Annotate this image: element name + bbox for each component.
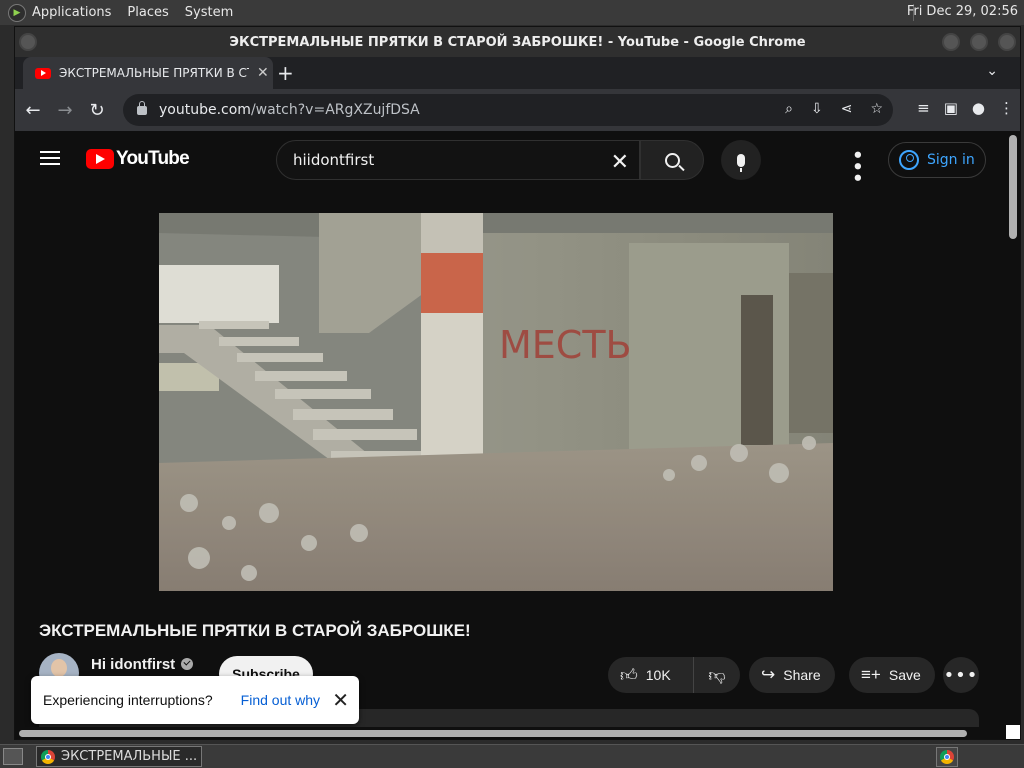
account-icon: [899, 150, 919, 170]
video-frame: МЕСТЬ: [159, 213, 833, 591]
toast-message: Experiencing interruptions?: [43, 692, 213, 708]
thumbs-down-icon: 👎︎: [708, 665, 726, 686]
tab-strip: ЭКСТРЕМАЛЬНЫЕ ПРЯТКИ В СТАРОЙ ЗАБРОШКЕ! …: [15, 57, 1020, 89]
playlist-add-icon: ≡+: [861, 665, 881, 684]
thumbs-up-icon: 👍︎: [620, 665, 638, 685]
bookmark-star-icon[interactable]: ☆: [870, 101, 883, 117]
tab-search-chevron-down-icon[interactable]: ⌄: [986, 63, 998, 79]
youtube-wordmark: YouTube: [116, 148, 190, 169]
close-window-icon[interactable]: [998, 33, 1016, 51]
chrome-icon: [41, 749, 55, 764]
more-actions-icon[interactable]: •••: [943, 657, 979, 693]
taskbar-chrome-window[interactable]: ЭКСТРЕМАЛЬНЫЕ ...: [36, 746, 202, 767]
taskbar-task-title: ЭКСТРЕМАЛЬНЫЕ ...: [61, 749, 198, 764]
new-tab-button[interactable]: +: [277, 61, 294, 85]
menu-places[interactable]: Places: [127, 5, 168, 20]
vertical-scroll-thumb[interactable]: [1009, 135, 1017, 239]
url-path: /watch?v=ARgXZujfDSA: [250, 102, 420, 118]
share-label: Share: [783, 667, 821, 683]
browser-window: ЭКСТРЕМАЛЬНЫЕ ПРЯТКИ В СТАРОЙ ЗАБРОШКЕ! …: [14, 26, 1021, 740]
tab-youtube[interactable]: ЭКСТРЕМАЛЬНЫЕ ПРЯТКИ В СТАРОЙ ЗАБРОШКЕ! …: [23, 57, 273, 89]
search-icon: [664, 152, 680, 168]
desktop-taskbar: ЭКСТРЕМАЛЬНЫЕ ...: [0, 744, 1024, 768]
save-label: Save: [888, 667, 921, 683]
address-bar[interactable]: youtube.com/watch?v=ARgXZujfDSA ⌕ ⇩ ⋖ ☆: [123, 94, 893, 126]
window-menu-icon[interactable]: [19, 33, 37, 51]
share-icon[interactable]: ⋖: [841, 101, 853, 117]
sign-in-button[interactable]: Sign in: [888, 142, 986, 178]
avatar-face: [51, 659, 67, 677]
like-count: 10K: [645, 667, 671, 683]
clock[interactable]: Fri Dec 29, 02:56: [907, 4, 1018, 19]
youtube-favicon-icon: [35, 67, 51, 79]
search-input[interactable]: hiidontfirst ✕: [276, 140, 640, 180]
side-panel-icon[interactable]: ▣: [944, 99, 958, 117]
youtube-play-logo-icon: [86, 149, 114, 169]
video-player[interactable]: МЕСТЬ: [159, 213, 833, 591]
distro-logo-icon[interactable]: ▶: [8, 3, 26, 22]
window-titlebar[interactable]: ЭКСТРЕМАЛЬНЫЕ ПРЯТКИ В СТАРОЙ ЗАБРОШКЕ! …: [15, 27, 1020, 57]
zoom-search-icon[interactable]: ⌕: [785, 101, 793, 117]
voice-search-button[interactable]: [721, 140, 761, 180]
video-title: ЭКСТРЕМАЛЬНЫЕ ПРЯТКИ В СТАРОЙ ЗАБРОШКЕ!: [39, 621, 471, 640]
interruption-toast: Experiencing interruptions? Find out why…: [31, 676, 359, 724]
like-button[interactable]: 👍︎ 10K: [608, 657, 694, 693]
dislike-button[interactable]: 👎︎: [694, 657, 740, 693]
vertical-scrollbar[interactable]: [1006, 131, 1020, 739]
hamburger-menu-icon[interactable]: [40, 151, 60, 165]
scrollbar-corner: [1006, 725, 1020, 739]
tray-chrome-icon[interactable]: [936, 747, 958, 767]
search-query: hiidontfirst: [293, 151, 375, 169]
find-out-why-link[interactable]: Find out why: [241, 692, 320, 708]
channel-name-text: Hi idontfirst: [91, 656, 176, 673]
share-button[interactable]: ↪ Share: [749, 657, 835, 693]
search-button[interactable]: [640, 140, 704, 180]
share-arrow-icon: ↪: [761, 665, 776, 684]
clear-search-icon[interactable]: ✕: [611, 150, 629, 175]
save-button[interactable]: ≡+ Save: [849, 657, 935, 693]
tab-title: ЭКСТРЕМАЛЬНЫЕ ПРЯТКИ В СТАРОЙ ЗАБРОШКЕ!: [59, 66, 249, 80]
reload-icon[interactable]: ↻: [83, 96, 111, 124]
show-desktop-icon[interactable]: [3, 748, 23, 765]
menu-system[interactable]: System: [185, 5, 233, 20]
url-host: youtube.com: [159, 102, 251, 118]
tab-close-icon[interactable]: ✕: [257, 65, 269, 81]
install-app-icon[interactable]: ⇩: [811, 101, 823, 117]
like-dislike-group: 👍︎ 10K 👎︎: [608, 657, 740, 693]
channel-name[interactable]: Hi idontfirst: [91, 656, 194, 673]
browser-toolbar: ← → ↻ youtube.com/watch?v=ARgXZujfDSA ⌕ …: [15, 89, 1020, 131]
settings-menu-icon[interactable]: •••: [846, 149, 867, 184]
chrome-menu-icon[interactable]: ⋮: [999, 99, 1014, 117]
forward-arrow-icon[interactable]: →: [51, 96, 79, 124]
minimize-icon[interactable]: [942, 33, 960, 51]
back-arrow-icon[interactable]: ←: [19, 96, 47, 124]
menu-applications[interactable]: Applications: [32, 5, 111, 20]
verified-badge-icon: [181, 658, 194, 670]
horizontal-scroll-thumb[interactable]: [19, 730, 967, 737]
window-title: ЭКСТРЕМАЛЬНЫЕ ПРЯТКИ В СТАРОЙ ЗАБРОШКЕ! …: [229, 34, 806, 50]
media-queue-icon[interactable]: ≡: [917, 99, 930, 117]
sign-in-label: Sign in: [927, 152, 975, 168]
microphone-icon: [737, 153, 745, 172]
profile-icon[interactable]: ●: [972, 99, 985, 117]
youtube-page: YouTube hiidontfirst ✕ ••• Sign in МЕСТЬ…: [15, 131, 1020, 739]
maximize-icon[interactable]: [970, 33, 988, 51]
horizontal-scrollbar[interactable]: [15, 727, 1005, 739]
chrome-tray-icon: [940, 750, 954, 764]
youtube-header: YouTube hiidontfirst ✕ ••• Sign in: [15, 131, 1020, 189]
desktop-top-panel: ▶ Applications Places System Fri Dec 29,…: [0, 0, 1024, 25]
youtube-logo[interactable]: YouTube: [86, 148, 190, 170]
lock-icon[interactable]: [137, 100, 147, 115]
toast-close-icon[interactable]: ✕: [332, 688, 349, 713]
